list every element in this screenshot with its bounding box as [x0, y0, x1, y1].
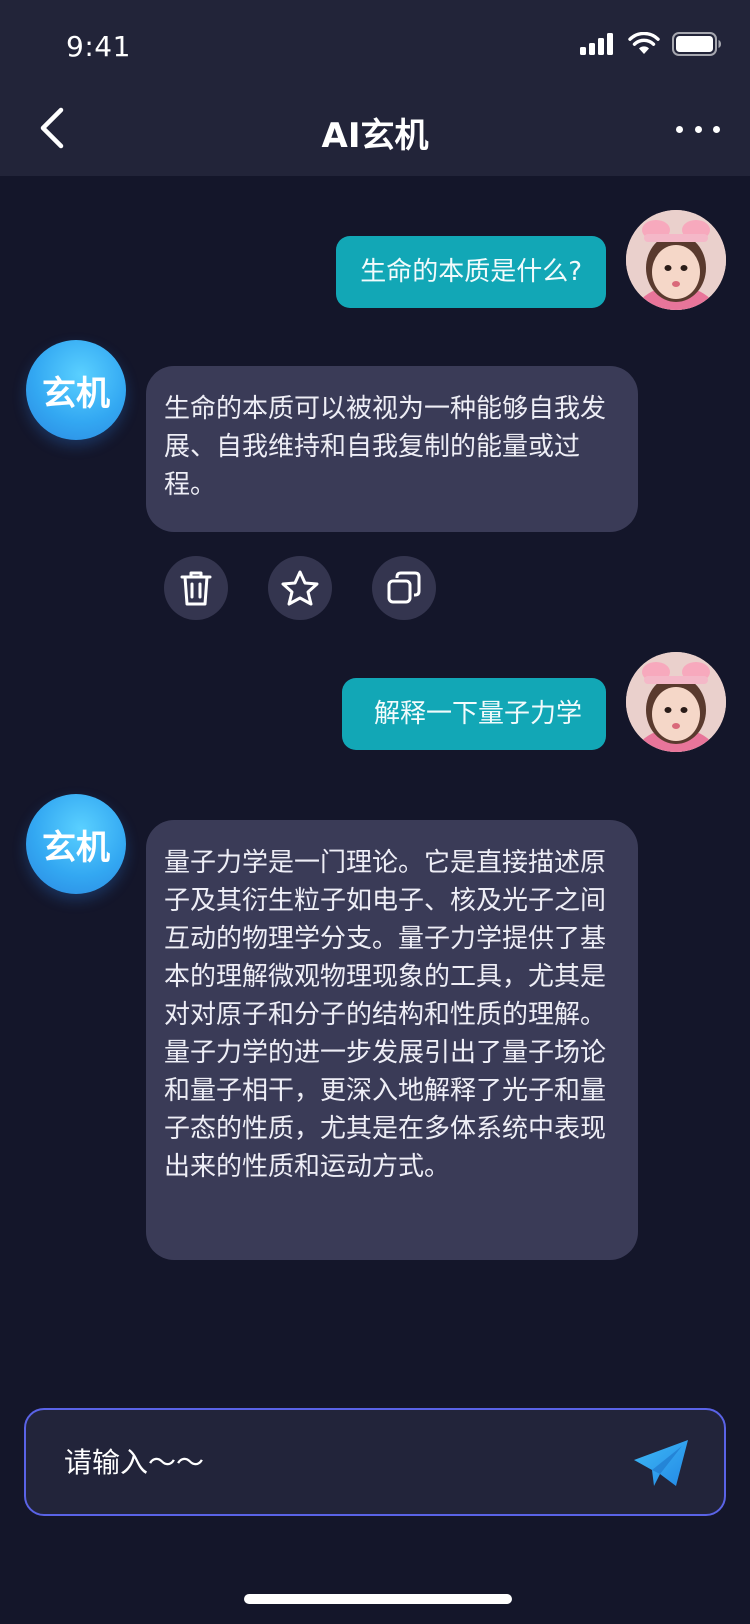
more-button[interactable] [676, 114, 720, 144]
delete-button[interactable] [164, 556, 228, 620]
top-bar: 9:41 AI玄机 [0, 0, 750, 176]
ai-message-bubble: 量子力学是一门理论。它是直接描述原子及其衍生粒子如电子、核及光子之间互动的物理学… [146, 820, 638, 1260]
send-button[interactable] [632, 1438, 690, 1490]
battery-icon [672, 32, 722, 60]
status-icons [580, 31, 722, 60]
user-message-bubble: 生命的本质是什么? [336, 236, 606, 308]
message-text: 量子力学是一门理论。它是直接描述原子及其衍生粒子如电子、核及光子之间互动的物理学… [164, 848, 607, 1182]
star-icon [281, 570, 319, 606]
copy-button[interactable] [372, 556, 436, 620]
home-indicator [244, 1594, 512, 1604]
ai-name: 玄机 [42, 827, 110, 868]
message-actions [164, 556, 436, 620]
user-avatar[interactable] [626, 210, 726, 310]
ai-name: 玄机 [42, 373, 110, 414]
more-dot [713, 125, 720, 133]
send-icon [634, 1440, 688, 1486]
ai-avatar: 玄机 [26, 794, 126, 894]
message-text: 生命的本质是什么? [360, 257, 582, 287]
status-time: 9:41 [66, 30, 131, 63]
more-dots-icon [676, 125, 683, 133]
message-text: 生命的本质可以被视为一种能够自我发展、自我维持和自我复制的能量或过程。 [164, 394, 607, 500]
favorite-button[interactable] [268, 556, 332, 620]
wifi-icon [628, 31, 660, 60]
copy-icon [387, 571, 421, 604]
message-composer [24, 1408, 726, 1516]
user-avatar[interactable] [626, 652, 726, 752]
page-title: AI玄机 [321, 116, 429, 156]
more-dot [694, 125, 702, 133]
message-text: 解释一下量子力学 [365, 699, 582, 729]
message-input[interactable] [64, 1410, 624, 1514]
ai-message-bubble: 生命的本质可以被视为一种能够自我发展、自我维持和自我复制的能量或过程。 [146, 366, 638, 532]
signal-icon [580, 33, 616, 59]
ai-avatar: 玄机 [26, 340, 126, 440]
user-message-bubble: 解释一下量子力学 [341, 678, 606, 750]
trash-icon [180, 571, 212, 606]
